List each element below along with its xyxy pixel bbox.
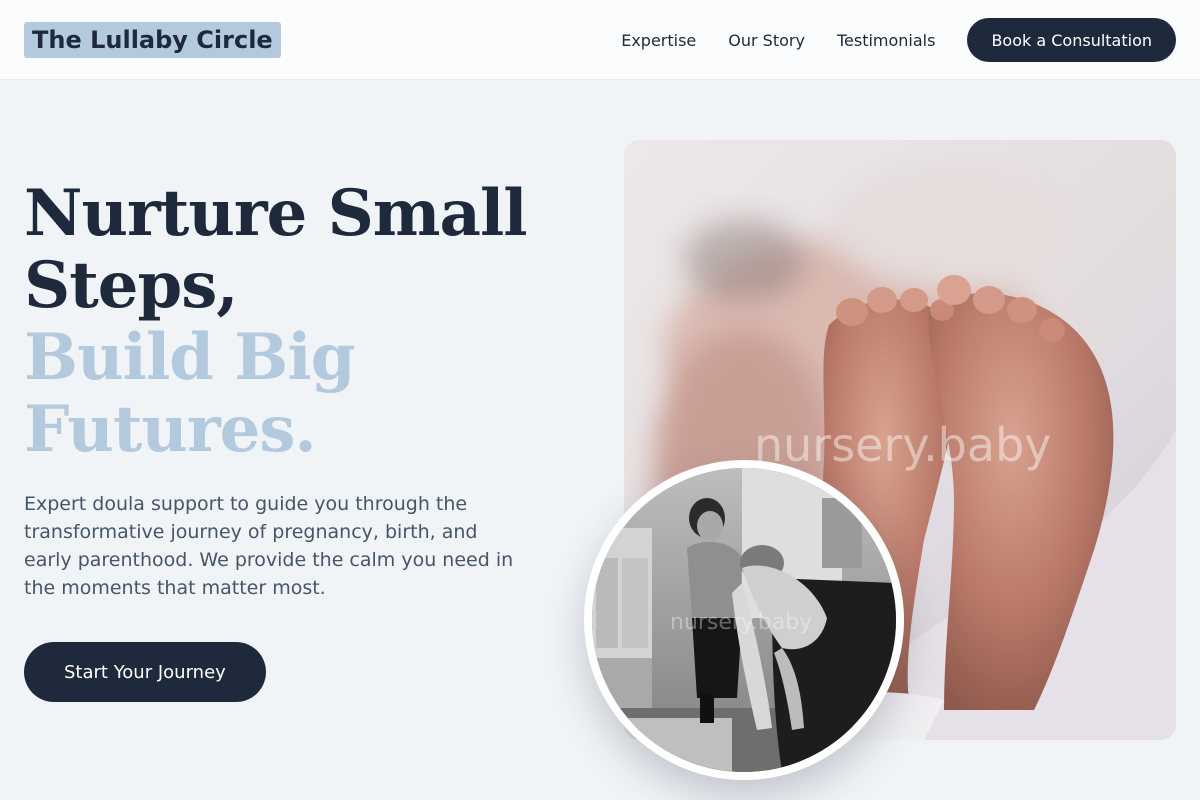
hero-title-line-1: Nurture Small xyxy=(24,176,528,251)
main-nav: Expertise Our Story Testimonials Book a … xyxy=(621,18,1176,62)
main-photo-watermark: nursery.baby xyxy=(754,418,1052,472)
hero-title-line-4: Futures. xyxy=(24,392,317,467)
nav-link-expertise[interactable]: Expertise xyxy=(621,31,696,50)
doula-support-photo: nursery.baby xyxy=(592,468,896,772)
hero-description: Expert doula support to guide you throug… xyxy=(24,493,514,599)
nav-link-testimonials[interactable]: Testimonials xyxy=(837,31,936,50)
hero-title-line-3: Build Big xyxy=(24,320,355,395)
start-journey-button[interactable]: Start Your Journey xyxy=(24,642,266,702)
brand-logo[interactable]: The Lullaby Circle xyxy=(24,22,281,58)
doula-support-photo-frame: nursery.baby xyxy=(584,460,904,780)
hero-title: Nurture Small Steps, Build Big Futures. xyxy=(24,178,584,466)
book-consultation-button[interactable]: Book a Consultation xyxy=(967,18,1176,62)
hero-title-line-2: Steps, xyxy=(24,248,239,323)
circle-photo-watermark: nursery.baby xyxy=(670,610,813,635)
site-header: The Lullaby Circle Expertise Our Story T… xyxy=(0,0,1200,80)
nav-link-our-story[interactable]: Our Story xyxy=(728,31,805,50)
